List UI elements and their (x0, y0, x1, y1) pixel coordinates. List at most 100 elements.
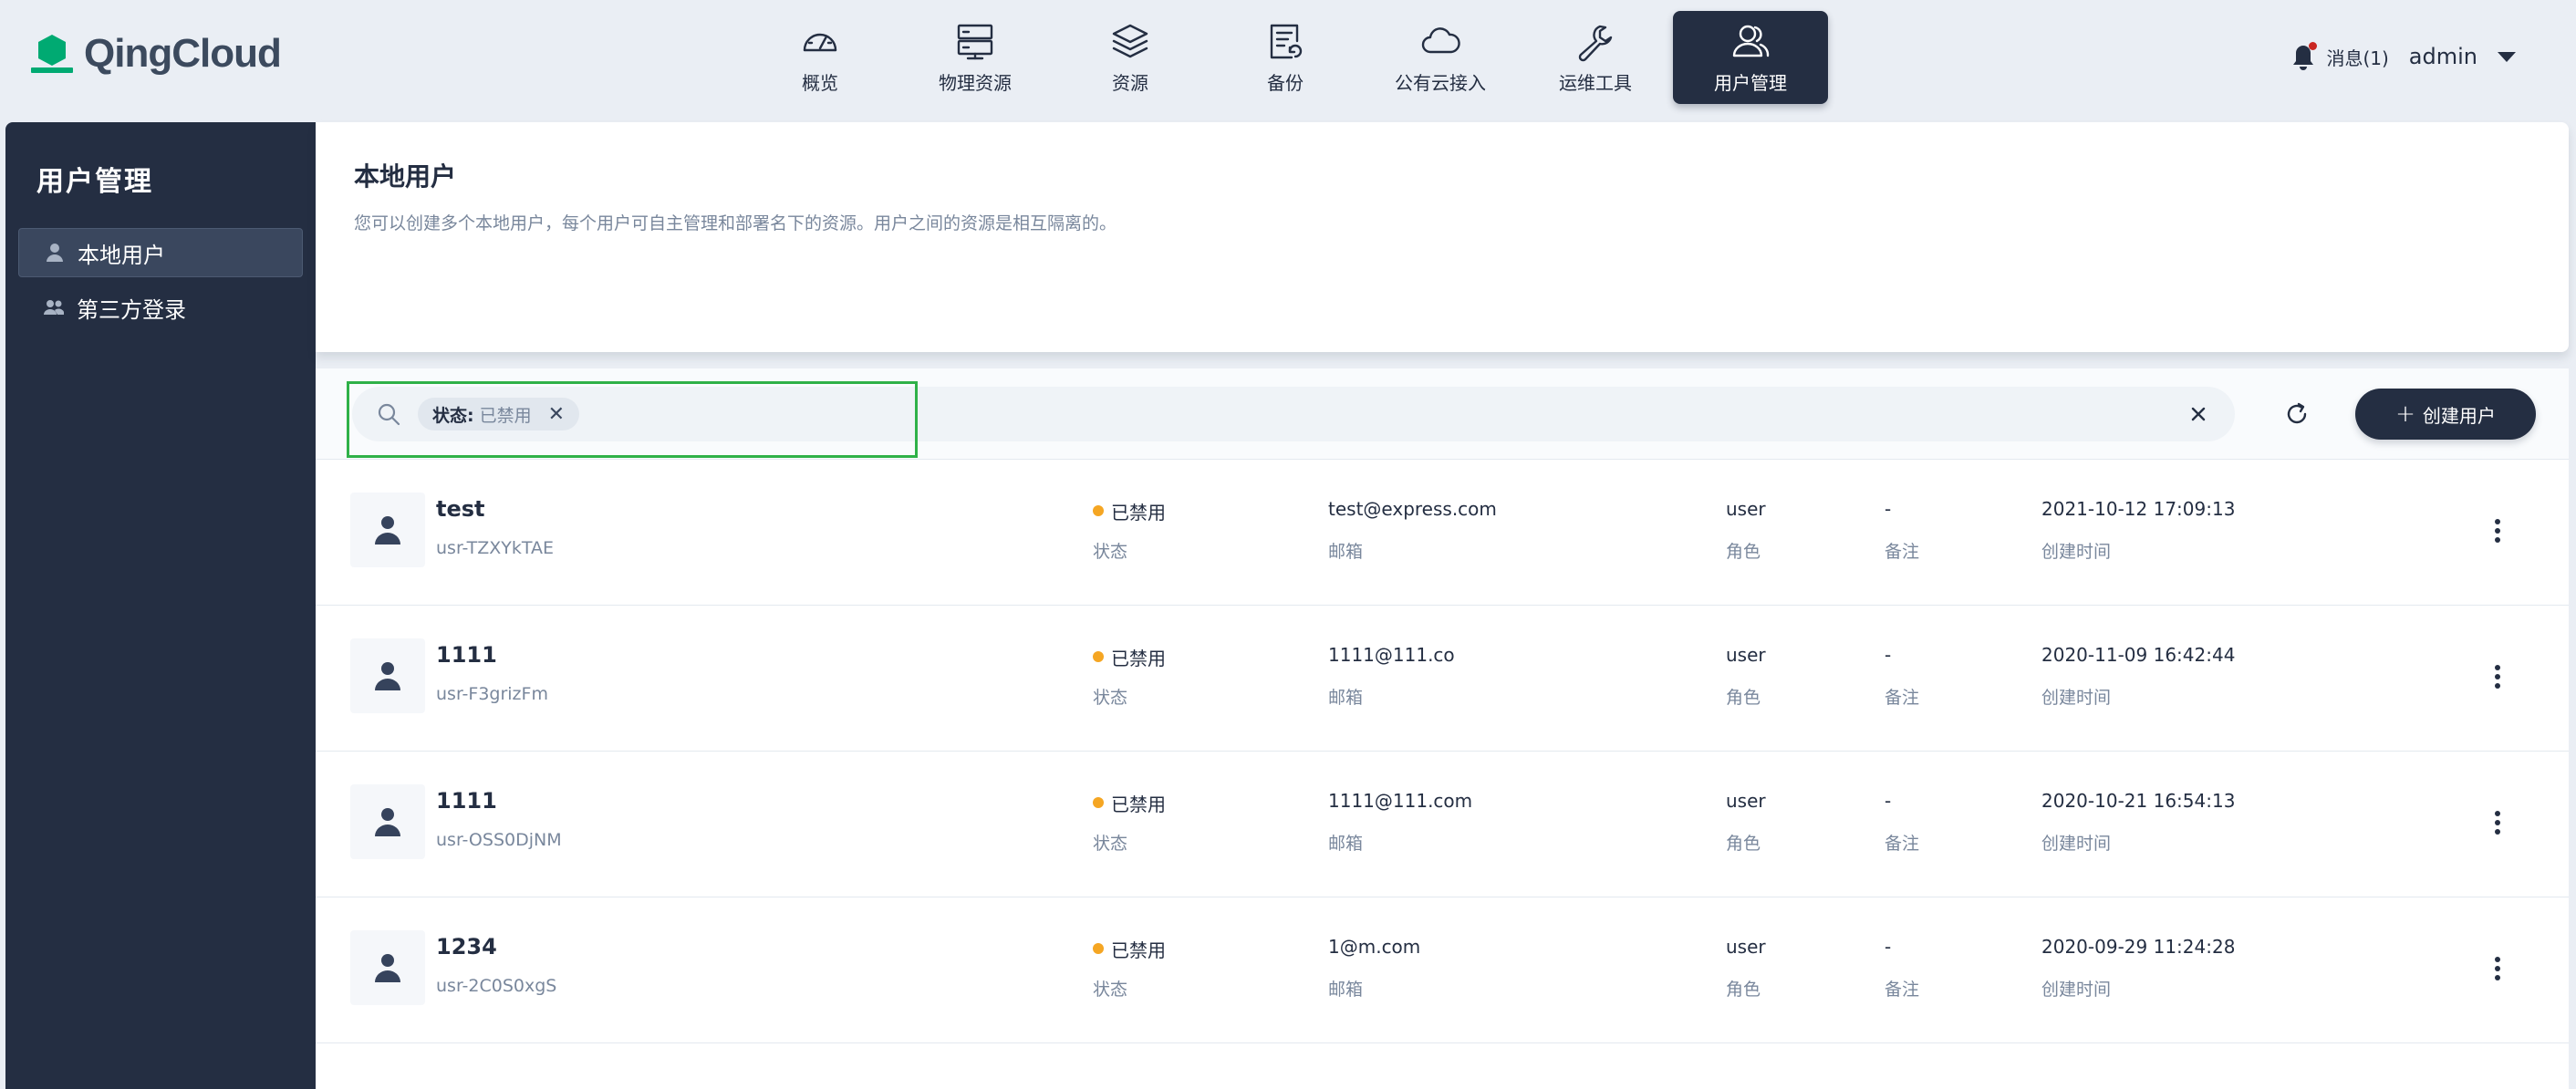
role-value: user (1726, 498, 1766, 520)
messages-link[interactable]: 消息(1) (2326, 44, 2388, 70)
created-time-value: 2021-10-12 17:09:13 (2041, 498, 2236, 520)
user-list-panel: 状态: 已禁用 ✕ + 创建用户 test usr-TZXYkTAE 已禁用 状… (316, 368, 2569, 1089)
note-value: - (1885, 936, 1892, 958)
avatar (350, 493, 425, 567)
status-value: 已禁用 (1111, 502, 1166, 524)
email-value: 1@m.com (1328, 936, 1421, 958)
sidebar-item-third-party-login[interactable]: 第三方登录 (18, 283, 303, 332)
nav-backup[interactable]: 备份 (1208, 11, 1363, 104)
role-value: user (1726, 936, 1766, 958)
note-value: - (1885, 498, 1892, 520)
created-time-label: 创建时间 (2041, 542, 2112, 562)
plus-icon: + (2395, 400, 2415, 428)
created-time-label: 创建时间 (2041, 688, 2112, 708)
user-name[interactable]: 1111 (436, 788, 497, 814)
cloud-icon (1421, 26, 1460, 53)
user-name[interactable]: 1111 (436, 642, 497, 668)
status-label: 状态 (1093, 834, 1128, 854)
avatar (350, 638, 425, 713)
status-label: 状态 (1093, 542, 1128, 562)
refresh-button[interactable] (2275, 392, 2319, 436)
note-label: 备注 (1885, 980, 1920, 1000)
role-label: 角色 (1726, 542, 1761, 562)
more-vertical-icon (2495, 957, 2500, 980)
page-title: 本地用户 (354, 161, 457, 192)
table-row[interactable]: test usr-TZXYkTAE 已禁用 状态 test@express.co… (316, 460, 2569, 606)
qingcloud-logo[interactable]: QingCloud (29, 31, 282, 77)
qingcloud-logo-icon (31, 35, 73, 73)
email-value: 1111@111.com (1328, 790, 1473, 812)
users-group-icon (44, 300, 64, 315)
table-row[interactable]: 1111 usr-OSS0DjNM 已禁用 状态 1111@111.com 邮箱… (316, 752, 2569, 897)
role-label: 角色 (1726, 688, 1761, 708)
dashboard-gauge-icon (803, 33, 837, 51)
status-value: 已禁用 (1111, 939, 1166, 961)
user-name[interactable]: 1234 (436, 934, 497, 959)
status-dot (1093, 797, 1104, 808)
user-id: usr-F3grizFm (436, 684, 548, 704)
nav-user-management[interactable]: 用户管理 (1673, 11, 1828, 104)
user-id: usr-2C0S0xgS (436, 976, 557, 996)
role-label: 角色 (1726, 834, 1761, 854)
status-label: 状态 (1093, 688, 1128, 708)
layers-icon (1112, 24, 1148, 57)
top-navigation-bar: QingCloud 概览 物理资源 资源 备份 公有云接入 运维工具 用户管理 … (0, 0, 2576, 122)
page-description: 您可以创建多个本地用户，每个用户可自主管理和部署名下的资源。用户之间的资源是相互… (354, 213, 1117, 233)
email-label: 邮箱 (1328, 980, 1364, 1000)
nav-overview[interactable]: 概览 (743, 11, 898, 104)
table-row[interactable]: 1111 usr-F3grizFm 已禁用 状态 1111@111.co 邮箱 … (316, 606, 2569, 752)
table-row[interactable]: 1234 usr-2C0S0xgS 已禁用 状态 1@m.com 邮箱 user… (316, 897, 2569, 1043)
nav-overview-label: 概览 (802, 71, 838, 94)
sidebar-item-local-users[interactable]: 本地用户 (18, 228, 303, 277)
user-menu-name[interactable]: admin (2409, 44, 2477, 69)
nav-public-cloud-label: 公有云接入 (1395, 71, 1486, 94)
note-label: 备注 (1885, 688, 1920, 708)
chevron-down-icon[interactable] (2498, 51, 2516, 62)
nav-ops-tools[interactable]: 运维工具 (1518, 11, 1673, 104)
nav-backup-label: 备份 (1267, 71, 1304, 94)
users-icon (1732, 25, 1770, 57)
user-avatar-icon (375, 516, 400, 544)
user-id: usr-OSS0DjNM (436, 830, 562, 850)
role-value: user (1726, 790, 1766, 812)
nav-resources-label: 资源 (1112, 71, 1148, 94)
more-vertical-icon (2495, 665, 2500, 689)
row-more-button[interactable] (2481, 659, 2514, 695)
role-label: 角色 (1726, 980, 1761, 1000)
create-user-button[interactable]: + 创建用户 (2355, 389, 2536, 440)
status-value: 已禁用 (1111, 648, 1166, 669)
list-toolbar: 状态: 已禁用 ✕ + 创建用户 (316, 368, 2569, 460)
note-label: 备注 (1885, 834, 1920, 854)
nav-user-management-label: 用户管理 (1714, 71, 1787, 94)
user-name[interactable]: test (436, 496, 485, 522)
clear-search-icon[interactable] (2186, 401, 2211, 427)
nav-physical-resources[interactable]: 物理资源 (898, 11, 1053, 104)
more-vertical-icon (2495, 519, 2500, 543)
more-vertical-icon (2495, 811, 2500, 835)
row-more-button[interactable] (2481, 513, 2514, 549)
role-value: user (1726, 644, 1766, 666)
page-header: 本地用户 您可以创建多个本地用户，每个用户可自主管理和部署名下的资源。用户之间的… (316, 122, 2569, 352)
avatar (350, 930, 425, 1005)
nav-public-cloud[interactable]: 公有云接入 (1363, 11, 1518, 104)
status-dot (1093, 505, 1104, 516)
status-label: 状态 (1093, 980, 1128, 1000)
created-time-label: 创建时间 (2041, 834, 2112, 854)
sidebar-title: 用户管理 (36, 166, 153, 198)
created-time-label: 创建时间 (2041, 980, 2112, 1000)
row-more-button[interactable] (2481, 804, 2514, 841)
email-label: 邮箱 (1328, 542, 1364, 562)
refresh-icon (2287, 402, 2307, 424)
row-more-button[interactable] (2481, 950, 2514, 987)
avatar (350, 784, 425, 859)
notification-bell[interactable] (2290, 42, 2318, 71)
nav-resources[interactable]: 资源 (1053, 11, 1208, 104)
backup-document-icon (1270, 24, 1303, 58)
user-avatar-icon (375, 662, 400, 690)
note-value: - (1885, 644, 1892, 666)
user-icon (47, 244, 63, 262)
created-time-value: 2020-11-09 16:42:44 (2041, 644, 2236, 666)
nav-physical-resources-label: 物理资源 (939, 71, 1012, 94)
sidebar: 用户管理 本地用户 第三方登录 (5, 122, 316, 1089)
status-value: 已禁用 (1111, 793, 1166, 815)
